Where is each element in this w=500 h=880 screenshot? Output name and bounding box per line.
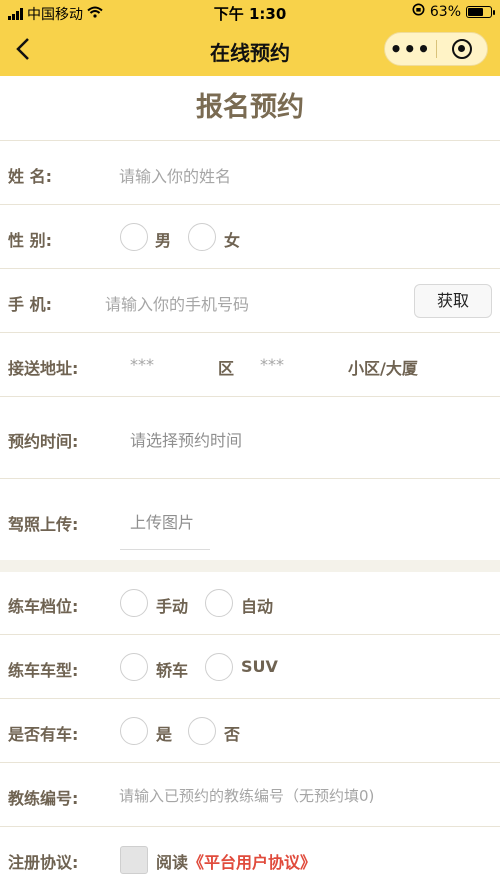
cartype-label: 练车车型: [8,661,79,680]
option-suv: SUV [241,657,278,676]
option-female: 女 [224,231,241,250]
status-bar: 中国移动 下午 1:30 63% [0,0,500,24]
district-picker[interactable]: *** [130,355,154,374]
gender-label: 性 别: [8,231,52,250]
radio-automatic[interactable] [205,589,233,617]
radio-female[interactable] [188,223,216,251]
name-row: 姓 名: 请输入你的姓名 [0,140,500,204]
section-divider [0,560,500,572]
radio-male[interactable] [120,223,148,251]
time-label: 预约时间: [8,432,79,451]
name-label: 姓 名: [8,167,52,186]
option-male: 男 [155,231,172,250]
community-picker[interactable]: *** [260,355,284,374]
phone-row: 手 机: 请输入你的手机号码 获取 [0,268,500,332]
radio-suv[interactable] [205,653,233,681]
mini-program-capsule: ••• [384,32,488,66]
coach-input[interactable]: 请输入已预约的教练编号（无预约填0) [119,785,374,806]
option-automatic: 自动 [241,597,274,616]
nav-bar: 在线预约 ••• [0,24,500,76]
status-right: 63% [412,3,495,20]
agreement-link[interactable]: 《平台用户协议》 [188,853,316,872]
page-title: 报名预约 [196,92,304,123]
gender-row: 性 别: 男 女 [0,204,500,268]
name-input[interactable]: 请输入你的姓名 [119,163,231,187]
district-unit: 区 [218,359,235,378]
battery-icon [466,5,495,18]
radio-no[interactable] [188,717,216,745]
get-code-button[interactable]: 获取 [414,284,492,318]
more-dots-icon[interactable]: ••• [385,39,436,59]
community-unit: 小区/大厦 [348,359,418,378]
gear-row: 练车档位: 手动 自动 [0,572,500,634]
orientation-lock-icon [412,3,425,20]
battery-percent: 63% [429,3,461,20]
agreement-text: 阅读《平台用户协议》 [156,849,316,873]
radio-yes[interactable] [120,717,148,745]
phone-input[interactable]: 请输入你的手机号码 [105,291,249,315]
upload-image-button[interactable]: 上传图片 [130,509,194,533]
agreement-read-text: 阅读 [156,853,189,872]
option-yes: 是 [156,725,173,744]
coach-label: 教练编号: [8,789,79,808]
radio-sedan[interactable] [120,653,148,681]
coach-row: 教练编号: 请输入已预约的教练编号（无预约填0) [0,762,500,826]
hascar-label: 是否有车: [8,725,79,744]
agreement-label: 注册协议: [8,853,79,872]
phone-label: 手 机: [8,295,52,314]
agreement-checkbox[interactable] [120,846,148,874]
option-sedan: 轿车 [156,661,189,680]
target-close-icon [451,39,472,59]
time-picker[interactable]: 请选择预约时间 [130,427,242,451]
gear-label: 练车档位: [8,597,79,616]
license-label: 驾照上传: [8,515,79,534]
license-row: 驾照上传: 上传图片 [0,478,500,560]
radio-manual[interactable] [120,589,148,617]
hascar-row: 是否有车: 是 否 [0,698,500,762]
time-row: 预约时间: 请选择预约时间 [0,396,500,478]
upload-underline [120,549,210,550]
address-label: 接送地址: [8,359,79,378]
option-manual: 手动 [156,597,189,616]
option-no: 否 [224,725,241,744]
close-button[interactable] [436,39,487,59]
agreement-row: 注册协议: 阅读《平台用户协议》 [0,826,500,880]
address-row: 接送地址: *** 区 *** 小区/大厦 [0,332,500,396]
cartype-row: 练车车型: 轿车 SUV [0,634,500,698]
